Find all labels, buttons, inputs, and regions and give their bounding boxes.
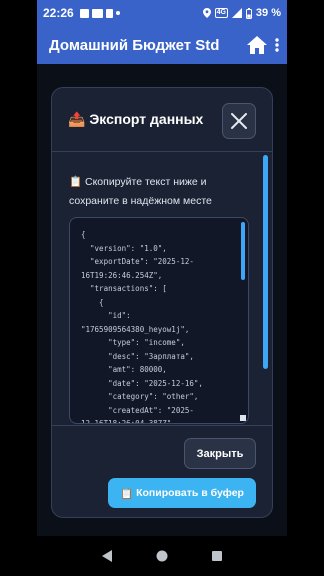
- notification-icons: [79, 8, 120, 18]
- hint-text-content: Скопируйте текст ниже и сохраните в надё…: [69, 176, 212, 207]
- signal-icon: [231, 8, 242, 18]
- textarea-scrollbar[interactable]: [241, 222, 245, 280]
- status-right: 4G 39 %: [202, 7, 281, 19]
- more-vert-icon[interactable]: [275, 38, 279, 52]
- recents-square-icon[interactable]: [212, 551, 222, 561]
- close-icon: [231, 113, 247, 129]
- save-icon: [105, 8, 113, 18]
- volte-icon: 4G: [214, 8, 228, 18]
- dialog-title-text: Экспорт данных: [89, 111, 204, 127]
- dot-icon: [115, 11, 120, 15]
- outbox-icon: 📤: [68, 111, 86, 127]
- dialog-header: 📤 Экспорт данных: [52, 88, 272, 152]
- navigation-bar: [37, 536, 287, 576]
- close-x-button[interactable]: [222, 103, 256, 139]
- battery-level: 39 %: [255, 7, 281, 19]
- clipboard-icon: 📋: [120, 487, 134, 500]
- app-bar: Домашний Бюджет Std: [37, 26, 287, 64]
- dialog-title: 📤 Экспорт данных: [68, 111, 203, 128]
- export-json-text: { "version": "1.0", "exportDate": "2025-…: [81, 230, 203, 424]
- copy-button-label: Копировать в буфер: [136, 487, 244, 499]
- export-textarea[interactable]: { "version": "1.0", "exportDate": "2025-…: [69, 217, 249, 424]
- clipboard-icon: 📋: [69, 176, 83, 188]
- hint-text: 📋 Скопируйте текст ниже и сохраните в на…: [69, 173, 229, 211]
- export-dialog: 📤 Экспорт данных 📋 Скопируйте текст ниже…: [51, 87, 273, 518]
- battery-icon: [245, 7, 252, 19]
- home-icon[interactable]: [247, 36, 267, 54]
- dialog-footer: Закрыть 📋 Копировать в буфер: [52, 425, 272, 518]
- bed-icon: [91, 8, 103, 18]
- status-bar: 22:26 4G 39 %: [37, 0, 287, 26]
- status-time: 22:26: [43, 6, 74, 20]
- back-triangle-icon[interactable]: [102, 550, 112, 562]
- close-button[interactable]: Закрыть: [184, 438, 256, 469]
- home-circle-icon[interactable]: [156, 550, 168, 562]
- app-bar-actions: [247, 36, 279, 54]
- phone-screen: 22:26 4G 39 % Домашний Бюджет Std 📤 Эксп…: [37, 0, 287, 576]
- dialog-scrollbar[interactable]: [263, 155, 268, 369]
- notification-icon: [79, 8, 89, 18]
- dialog-body: 📋 Скопируйте текст ниже и сохраните в на…: [52, 153, 272, 425]
- copy-to-clipboard-button[interactable]: 📋 Копировать в буфер: [108, 478, 256, 508]
- app-title: Домашний Бюджет Std: [49, 36, 220, 54]
- location-icon: [202, 8, 211, 18]
- textarea-resize-handle[interactable]: [240, 415, 246, 421]
